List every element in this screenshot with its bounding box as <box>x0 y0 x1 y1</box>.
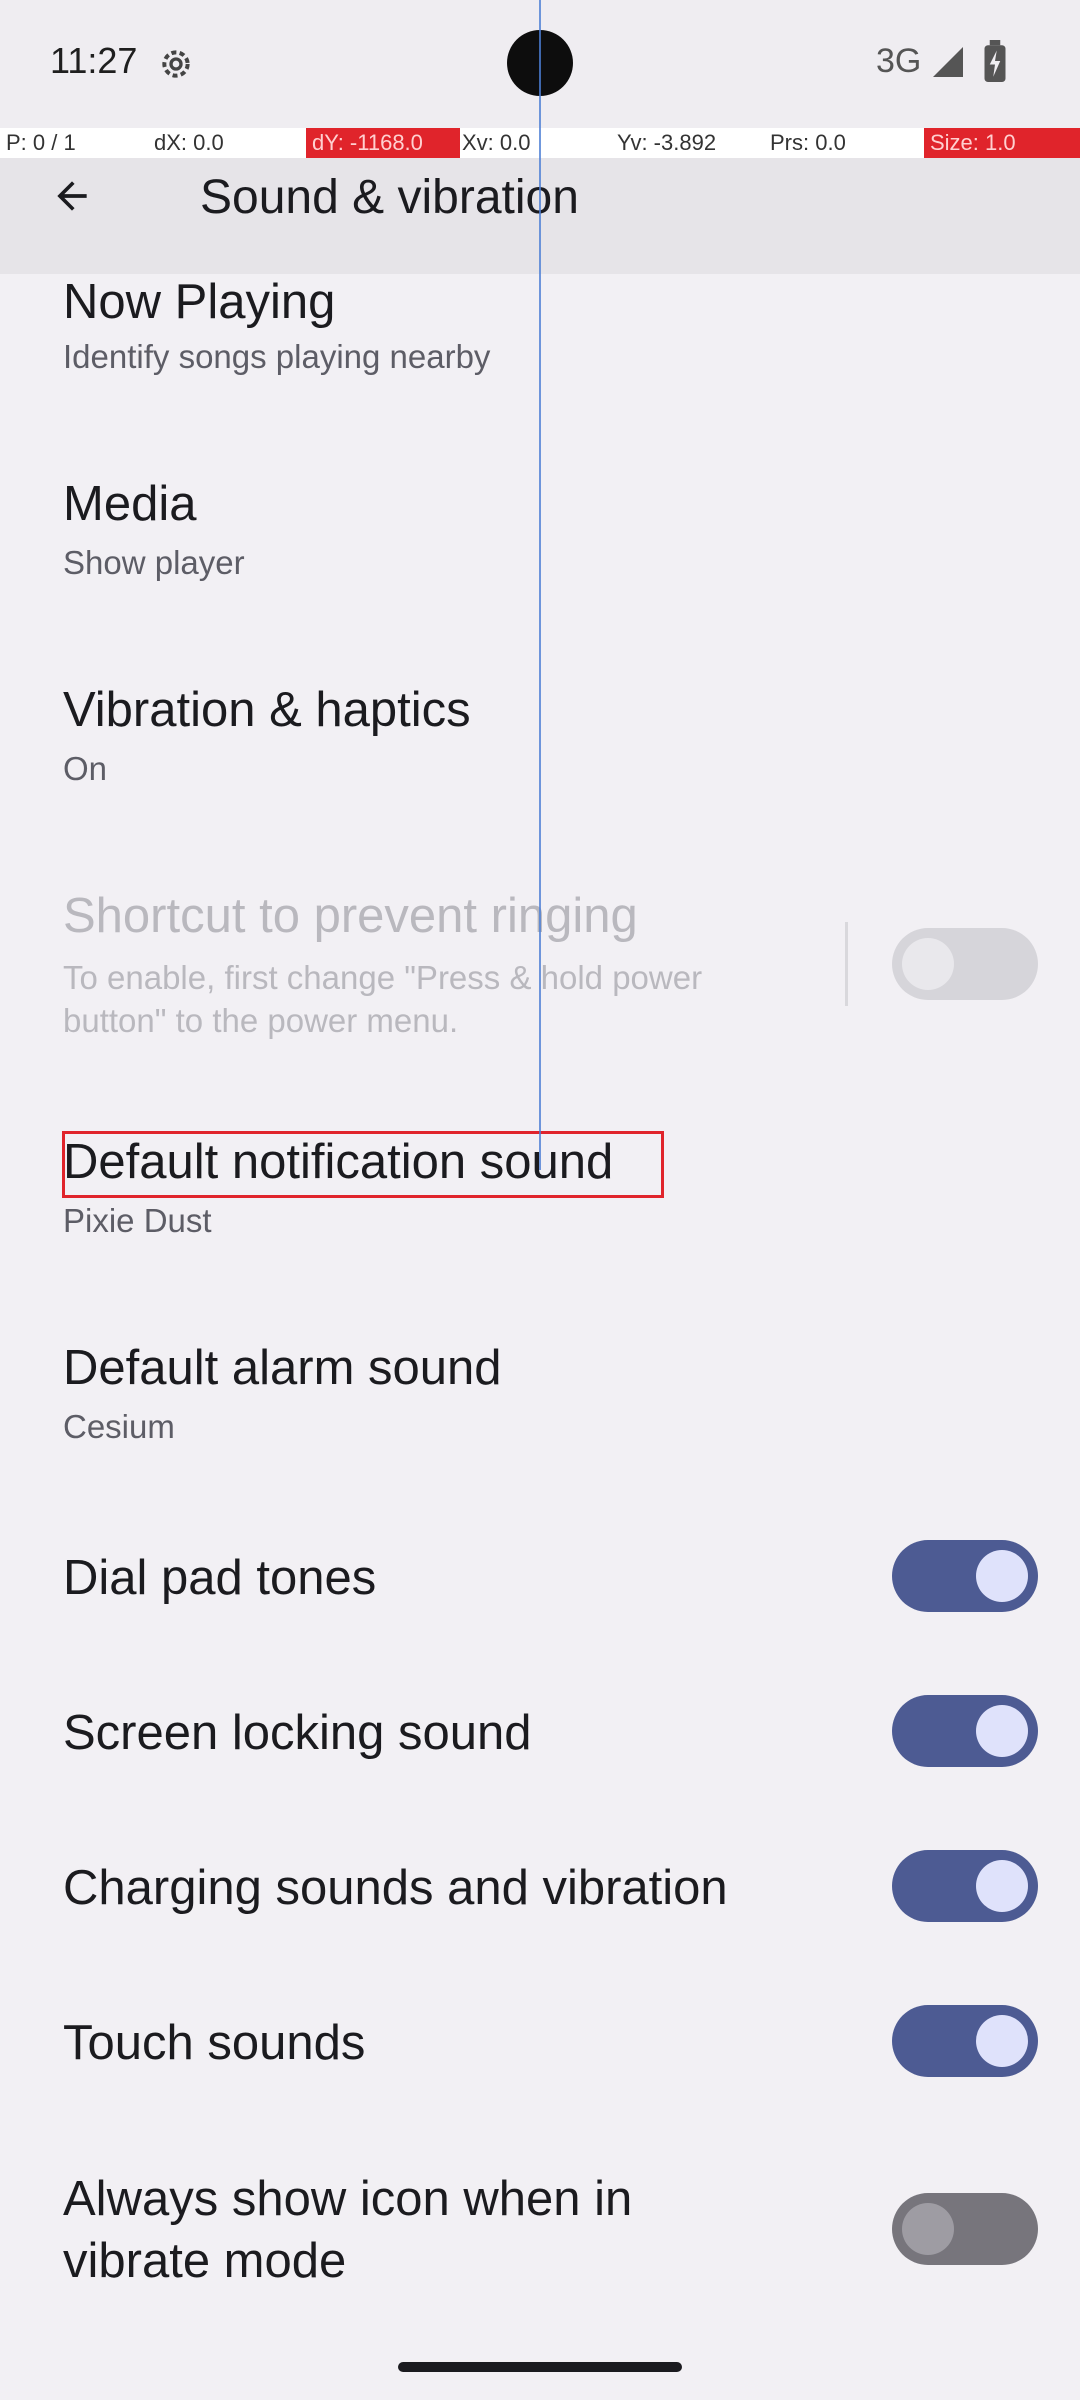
pref-summary: To enable, first change "Press & hold po… <box>63 959 703 1039</box>
screen-locking-sound-toggle[interactable] <box>892 1695 1038 1767</box>
debug-pointer-count: P: 0 / 1 <box>6 130 76 155</box>
dial-pad-tones-toggle[interactable] <box>892 1540 1038 1612</box>
battery-icon <box>984 40 1006 82</box>
toggle-thumb <box>902 2203 954 2255</box>
pref-dial-pad-tones[interactable]: Dial pad tones <box>0 1530 1080 1630</box>
charging-sounds-toggle[interactable] <box>892 1850 1038 1922</box>
pref-default-alarm-sound[interactable]: Default alarm sound Cesium <box>0 1304 1080 1484</box>
pref-title: Screen locking sound <box>63 1706 532 1760</box>
touch-sounds-toggle[interactable] <box>892 2005 1038 2077</box>
back-button[interactable] <box>40 164 104 228</box>
pref-title: Always show icon when in vibrate mode <box>63 2172 633 2288</box>
toggle-thumb <box>976 1860 1028 1912</box>
toggle-thumb <box>976 1705 1028 1757</box>
pref-summary: On <box>63 750 108 787</box>
debug-xv: Xv: 0.0 <box>462 130 531 155</box>
pref-summary: Pixie Dust <box>63 1202 212 1239</box>
debug-dx: dX: 0.0 <box>154 130 224 155</box>
pref-title: Dial pad tones <box>63 1551 377 1605</box>
network-type-label: 3G <box>876 42 922 80</box>
pref-vibrate-mode-icon[interactable]: Always show icon when in vibrate mode <box>0 2160 1080 2300</box>
toggle-thumb <box>976 2015 1028 2067</box>
shortcut-toggle[interactable] <box>892 928 1038 1000</box>
pref-title: Charging sounds and vibration <box>63 1861 728 1915</box>
vibrate-mode-icon-toggle[interactable] <box>892 2193 1038 2265</box>
signal-icon <box>933 47 963 77</box>
settings-gear-icon <box>162 50 190 78</box>
navigation-handle[interactable] <box>398 2362 682 2372</box>
debug-pressure: Prs: 0.0 <box>770 130 846 155</box>
toggle-thumb <box>976 1550 1028 1602</box>
pref-summary: Show player <box>63 544 245 581</box>
pref-touch-sounds[interactable]: Touch sounds <box>0 1995 1080 2095</box>
pref-title: Vibration & haptics <box>63 683 471 737</box>
selection-highlight <box>62 1131 664 1198</box>
debug-size: Size: 1.0 <box>924 128 1080 158</box>
pref-title: Now Playing <box>63 275 336 329</box>
pref-charging-sounds[interactable]: Charging sounds and vibration <box>0 1840 1080 1940</box>
pref-title: Shortcut to prevent ringing <box>63 889 638 943</box>
divider <box>845 922 848 1006</box>
toggle-thumb <box>902 938 954 990</box>
status-time: 11:27 <box>50 40 138 81</box>
debug-yv: Yv: -3.892 <box>617 130 717 155</box>
pref-screen-locking-sound[interactable]: Screen locking sound <box>0 1685 1080 1785</box>
pointer-guide-line <box>539 0 541 1170</box>
pref-summary: Identify songs playing nearby <box>63 338 491 375</box>
pref-title: Default alarm sound <box>63 1341 502 1395</box>
pref-title: Media <box>63 477 197 531</box>
pref-summary: Cesium <box>63 1408 175 1445</box>
page-title: Sound & vibration <box>200 171 579 224</box>
arrow-back-icon <box>57 181 87 211</box>
pref-title: Touch sounds <box>63 2016 366 2070</box>
debug-dy: dY: -1168.0 <box>306 128 460 158</box>
